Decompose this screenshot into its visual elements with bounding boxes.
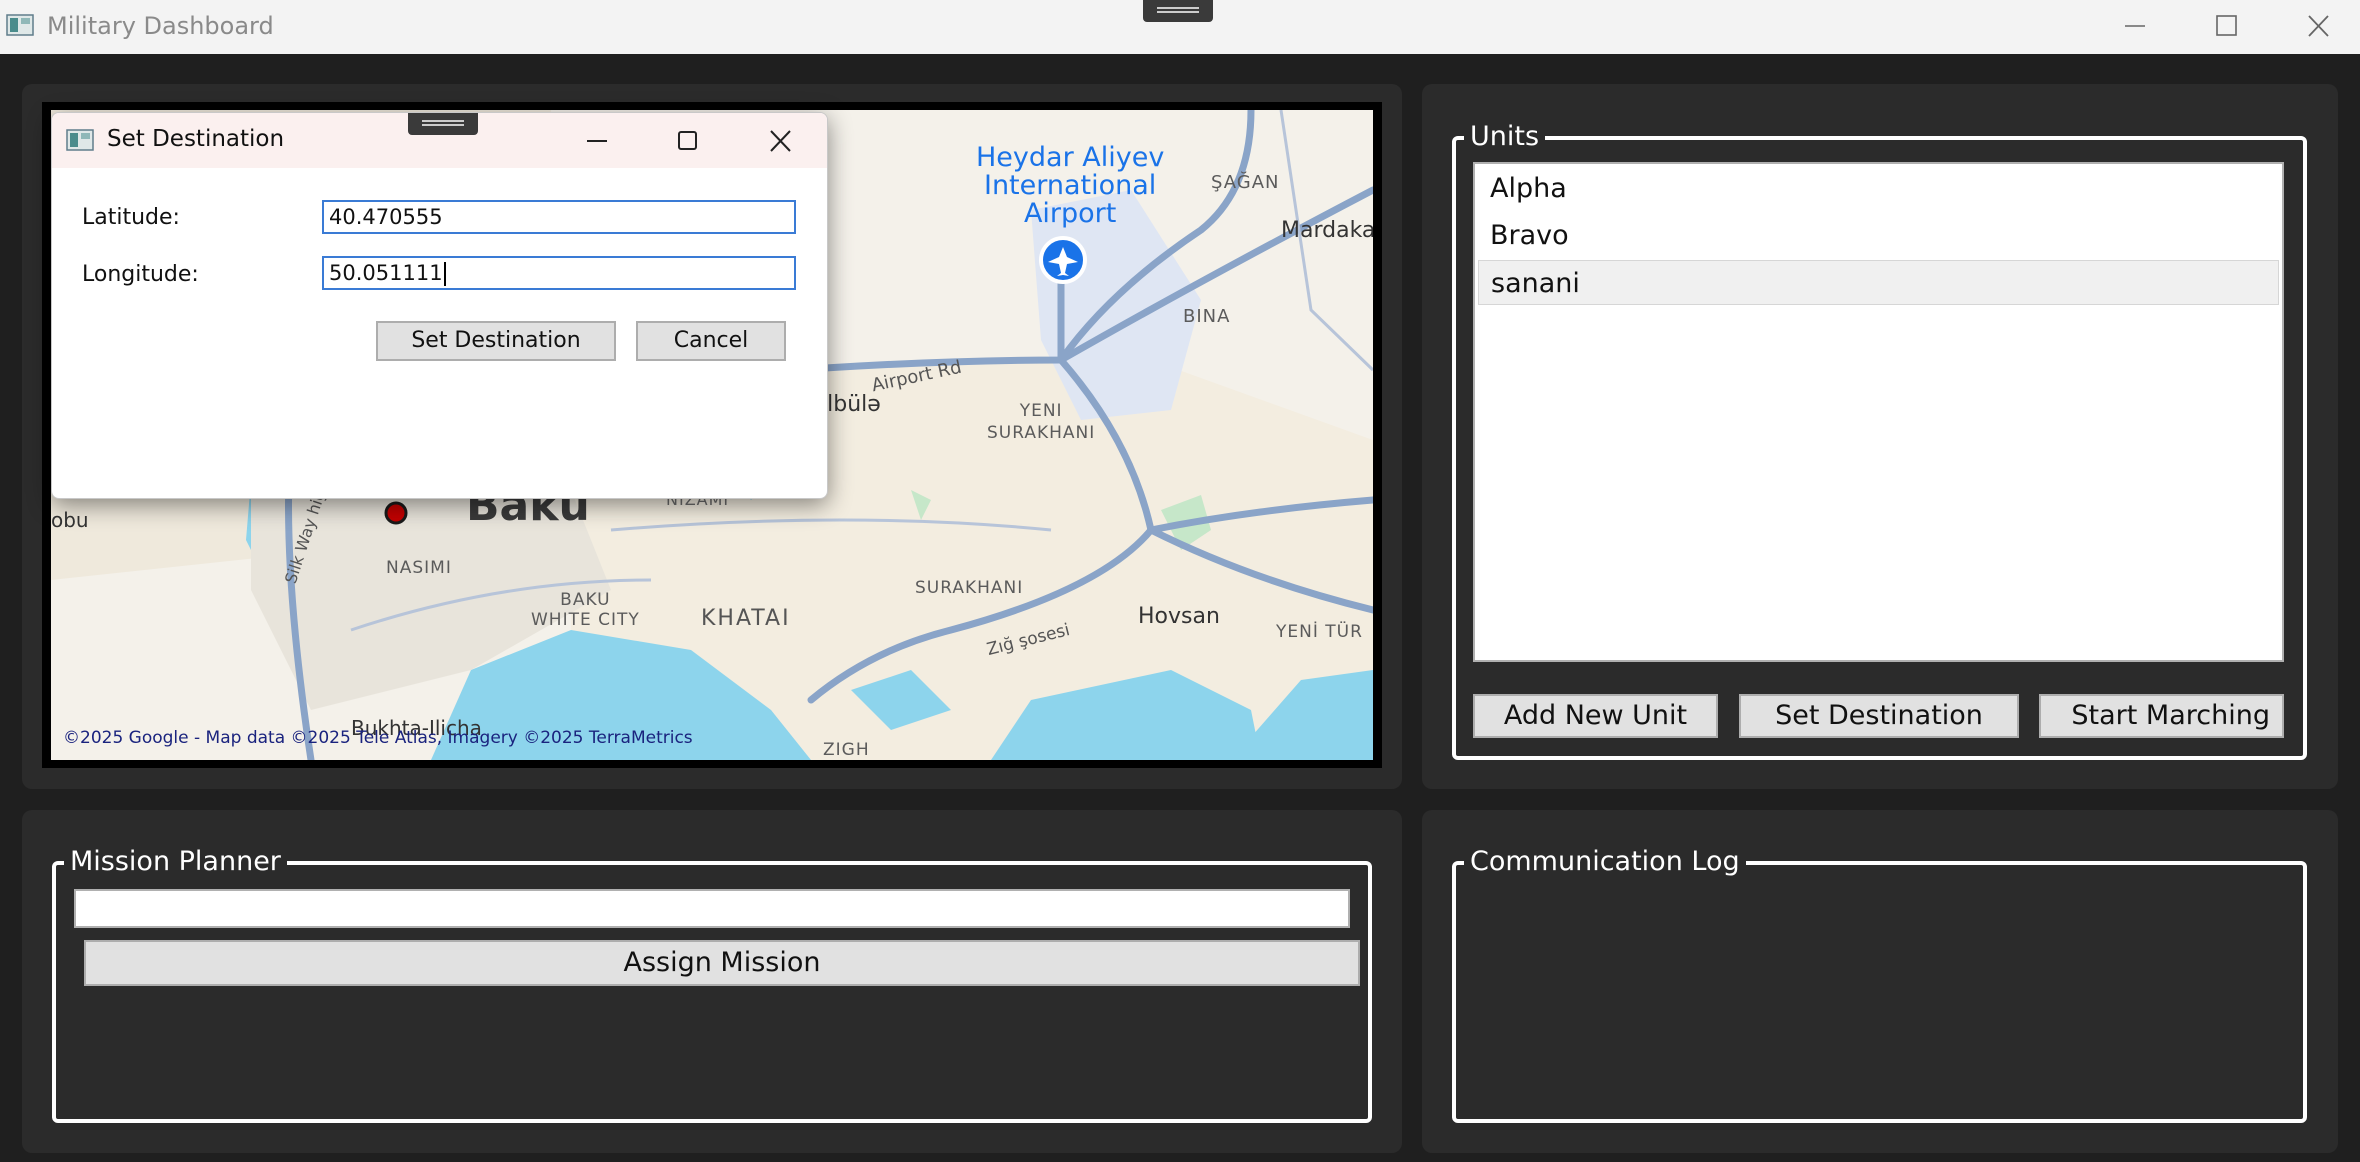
longitude-value: 50.051111	[329, 261, 443, 285]
close-icon	[770, 130, 791, 152]
unit-list-item[interactable]: Bravo	[1478, 213, 2279, 258]
start-marching-button[interactable]: Start Marching	[2039, 694, 2284, 738]
app-icon	[6, 14, 34, 36]
map-label-surakhani: SURAKHANI	[915, 578, 1024, 598]
dialog-minimize-button[interactable]	[577, 123, 617, 159]
minimize-icon	[2125, 25, 2145, 27]
units-legend: Units	[1464, 120, 1546, 154]
assign-mission-button[interactable]: Assign Mission	[84, 940, 1360, 986]
window-title: Military Dashboard	[47, 12, 274, 40]
map-copyright: ©2025 Google - Map data ©2025 Tele Atlas…	[63, 728, 693, 748]
map-label-yeni-tur: YENİ TÜR	[1276, 622, 1363, 642]
comm-log-group: Communication Log	[1452, 845, 2307, 1123]
dialog-set-destination-button[interactable]: Set Destination	[376, 321, 616, 361]
latitude-value: 40.470555	[329, 205, 443, 229]
latitude-input[interactable]: 40.470555	[322, 200, 796, 234]
mission-legend: Mission Planner	[64, 845, 287, 879]
map-label-nasimi: NASIMI	[386, 558, 452, 578]
maximize-icon	[678, 131, 697, 150]
map-label-hovsan: Hovsan	[1138, 604, 1220, 629]
map-label-bina: BINA	[1183, 306, 1231, 327]
close-icon	[2308, 15, 2329, 37]
dialog-close-button[interactable]	[760, 123, 800, 159]
longitude-label: Longitude:	[82, 262, 199, 287]
set-destination-dialog: Set Destination Latitude: 40.470555 Long…	[51, 112, 828, 499]
unit-list-item-selected[interactable]: sanani	[1478, 260, 2279, 305]
window-snap-handle[interactable]	[1143, 0, 1213, 22]
dialog-titlebar[interactable]: Set Destination	[52, 113, 827, 168]
map-label-mardakan: Mardaka	[1281, 218, 1373, 243]
set-destination-button[interactable]: Set Destination	[1739, 694, 2019, 738]
map-label-yeni-surakhani: YENI SURAKHANI	[987, 401, 1096, 443]
map-label-obu: obu	[51, 508, 89, 532]
dialog-title: Set Destination	[107, 126, 285, 152]
maximize-icon	[2216, 15, 2237, 36]
text-caret	[443, 262, 446, 286]
minimize-icon	[587, 140, 607, 142]
dialog-snap-handle[interactable]	[408, 113, 478, 135]
map-label-khatai: KHATAI	[701, 606, 791, 631]
unit-list-item[interactable]: Alpha	[1478, 166, 2279, 211]
comm-log-legend: Communication Log	[1464, 845, 1746, 879]
minimize-button[interactable]	[2115, 8, 2155, 44]
map-label-white-city: BAKU WHITE CITY	[531, 590, 640, 630]
close-button[interactable]	[2298, 8, 2338, 44]
dialog-maximize-button[interactable]	[667, 123, 707, 159]
latitude-label: Latitude:	[82, 205, 180, 230]
dialog-cancel-button[interactable]: Cancel	[636, 321, 786, 361]
longitude-input[interactable]: 50.051111	[322, 256, 796, 290]
map-label-airport: Heydar Aliyev International Airport	[976, 142, 1165, 229]
dialog-app-icon	[66, 129, 94, 151]
map-label-zabrat: ilbülə	[821, 392, 881, 417]
map-label-zigh: ZIGH	[823, 740, 870, 760]
units-list[interactable]: Alpha Bravo sanani	[1473, 162, 2284, 662]
map-label-sagan: ŞAĞAN	[1211, 172, 1280, 193]
add-new-unit-button[interactable]: Add New Unit	[1473, 694, 1718, 738]
maximize-button[interactable]	[2206, 8, 2246, 44]
mission-input[interactable]	[74, 889, 1350, 928]
window-titlebar: Military Dashboard	[0, 0, 2360, 54]
